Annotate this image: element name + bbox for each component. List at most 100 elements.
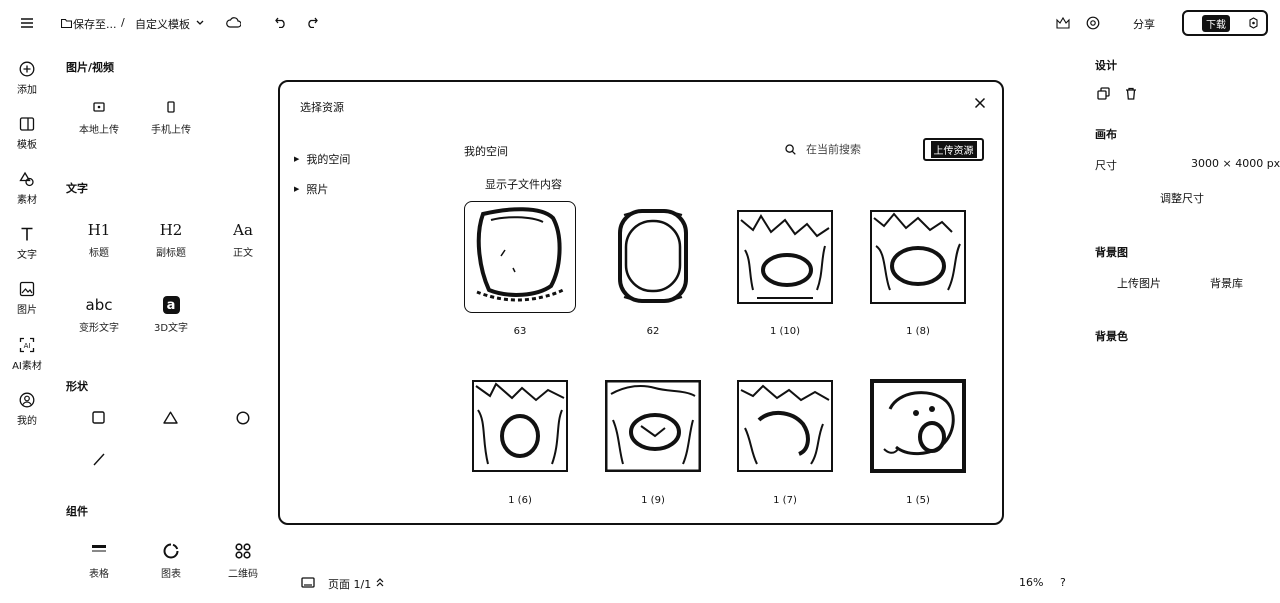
resize-button[interactable]: 调整尺寸 [1160,190,1204,206]
rail-item-add[interactable]: 添加 [0,61,54,96]
warp-text-tool[interactable]: abc 变形文字 [64,296,134,334]
zoom-level[interactable]: 16% [1019,576,1043,589]
tree-item-label: 我的空间 [306,153,351,166]
rail-item-text[interactable]: 文字 [0,226,54,261]
circle-shape-icon[interactable] [235,410,250,425]
asset-label: 1 (9) [641,495,665,506]
dialog-title: 选择资源 [300,101,344,114]
component-section-title: 组件 [66,505,88,518]
rail-label: 我的 [17,416,37,427]
image-icon [19,281,35,297]
select-resource-dialog: 选择资源 ▶ 我的空间 ▶ 照片 我的空间 在当前搜索 上传资源 显示子文件内容… [278,80,1004,525]
line-shape-icon[interactable] [91,451,107,467]
asset-image [472,380,568,472]
asset-label: 1 (8) [906,326,930,337]
triangle-shape-icon[interactable] [162,410,178,425]
square-shape-icon[interactable] [91,410,106,425]
table-tool[interactable]: 表格 [64,543,134,580]
subheading-glyph: H2 [159,221,183,239]
rail-item-image[interactable]: 图片 [0,281,54,316]
undo-icon[interactable] [274,16,287,28]
asset-label: 62 [646,326,660,337]
asset-image [616,207,690,307]
qr-icon [235,543,251,559]
table-icon [92,545,106,552]
rail-item-mine[interactable]: 我的 [0,392,54,427]
asset-thumbnail[interactable] [597,370,709,482]
phone-upload-icon [167,101,175,113]
template-icon [19,117,35,131]
shape-section-title: 形状 [66,380,88,393]
current-folder-breadcrumb: 我的空间 [464,145,508,158]
download-button[interactable]: 下载 [1182,10,1268,36]
rail-label: AI素材 [12,361,42,372]
help-button[interactable]: ? [1060,576,1066,589]
search-field[interactable]: 在当前搜索 [785,141,861,157]
asset-label: 63 [513,326,527,337]
bg-library-button[interactable]: 背景库 [1210,275,1243,291]
asset-thumbnail[interactable] [597,201,709,313]
asset-image [605,380,701,472]
asset-image [737,380,833,472]
page-thumbnail-icon[interactable] [300,576,315,588]
folder-icon [60,17,72,29]
chart-icon [163,543,179,559]
tree-item-photos[interactable]: ▶ 照片 [294,181,328,197]
asset-label: 1 (6) [508,495,532,506]
redo-icon[interactable] [305,16,318,28]
qrcode-tool[interactable]: 二维码 [208,543,278,580]
local-upload-tool[interactable]: 本地上传 [64,101,134,136]
tool-label: 变形文字 [79,323,119,334]
canvas-section-title: 画布 [1095,128,1117,141]
user-icon [19,392,35,408]
asset-label: 1 (10) [769,326,801,337]
rail-item-template[interactable]: 模板 [0,116,54,151]
subheading-tool[interactable]: H2 副标题 [136,221,206,259]
rail-label: 图片 [17,305,37,316]
upload-local-icon [93,102,105,112]
chart-tool[interactable]: 图表 [136,543,206,580]
3d-text-glyph: a [162,296,180,314]
heading-glyph: H1 [87,221,111,239]
download-label: 下载 [1202,14,1230,32]
rail-item-ai[interactable]: AI AI素材 [0,337,54,372]
heading-tool[interactable]: H1 标题 [64,221,134,259]
template-name[interactable]: 自定义模板 [135,16,190,32]
asset-thumbnail[interactable] [862,201,974,313]
caret-right-icon: ▶ [294,185,300,193]
chevron-down-icon[interactable] [195,19,204,26]
tree-item-my-space[interactable]: ▶ 我的空间 [294,151,350,167]
asset-thumbnail[interactable] [729,201,841,313]
asset-thumbnail[interactable] [464,201,576,313]
tool-label: 手机上传 [151,125,191,136]
show-subfolder-toggle[interactable]: 显示子文件内容 [485,176,562,192]
save-to-button[interactable]: 保存至... [73,16,117,32]
text-section-title: 文字 [66,182,88,195]
ai-icon: AI [19,337,35,353]
copy-icon[interactable] [1096,86,1110,100]
chevron-up-icon[interactable] [375,577,385,587]
body-text-tool[interactable]: Aa 正文 [208,221,278,259]
rail-item-material[interactable]: 素材 [0,171,54,206]
asset-thumbnail[interactable] [464,370,576,482]
menu-icon[interactable] [20,16,34,30]
asset-image [870,210,966,304]
shapes-icon [19,171,34,187]
asset-label: 1 (5) [906,495,930,506]
3d-text-tool[interactable]: a 3D文字 [136,296,206,334]
text-icon [21,227,33,241]
upload-image-button[interactable]: 上传图片 [1117,275,1161,291]
warp-text-glyph: abc [85,296,113,314]
share-button[interactable]: 分享 [1133,16,1155,32]
asset-image [737,210,833,304]
page-indicator[interactable]: 页面 1/1 [328,576,371,592]
upload-resource-button[interactable]: 上传资源 [923,138,984,161]
close-icon[interactable] [974,97,988,111]
phone-upload-tool[interactable]: 手机上传 [136,101,206,136]
asset-thumbnail[interactable] [729,370,841,482]
settings-icon[interactable] [1085,15,1101,31]
crown-icon[interactable] [1055,15,1071,30]
cloud-icon[interactable] [225,16,241,28]
asset-thumbnail[interactable] [862,370,974,482]
trash-icon[interactable] [1124,86,1138,100]
